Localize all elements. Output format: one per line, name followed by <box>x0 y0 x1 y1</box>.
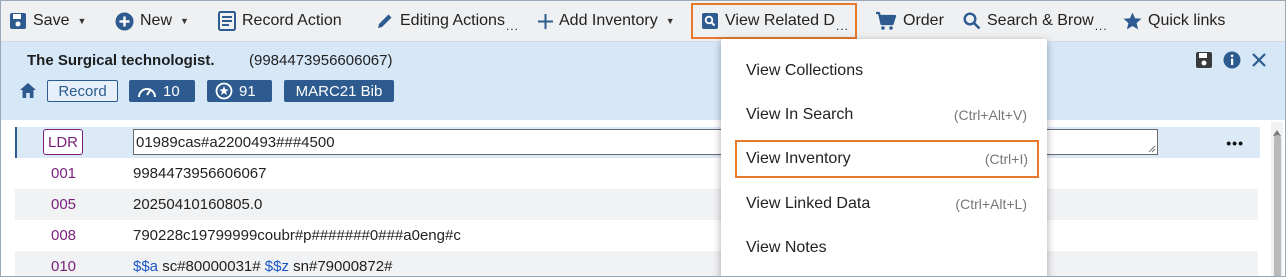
menu-item-shortcut: (Ctrl+I) <box>984 151 1028 167</box>
record-id: (9984473956606067) <box>249 52 393 69</box>
field-tag: 008 <box>51 227 77 244</box>
add-inventory-label: Add Inventory <box>559 12 658 29</box>
floppy-icon[interactable] <box>1195 51 1213 74</box>
magnifier-icon <box>963 12 981 30</box>
view-related-data-button[interactable]: View Related D ... <box>691 3 857 39</box>
header-actions <box>1195 51 1267 74</box>
field-row-008[interactable]: 008 790228c19799999coubr#p#######0###a0e… <box>15 220 1258 251</box>
add-inventory-button[interactable]: Add Inventory ▼ <box>530 5 685 37</box>
subfield-value: sc#80000031# <box>158 258 265 275</box>
menu-item-label: View Linked Data <box>746 195 871 212</box>
search-doc-icon <box>701 12 719 30</box>
score-value: 10 <box>163 82 180 100</box>
record-actions-label: Record Action <box>242 12 342 29</box>
field-value: 790228c19799999coubr#p#######0###a0eng#c <box>133 227 461 244</box>
score-badge: 10 <box>129 80 195 102</box>
save-button[interactable]: Save ▼ <box>1 5 107 37</box>
close-icon[interactable] <box>1251 52 1267 73</box>
menu-item-view-notes[interactable]: View Notes <box>735 229 1039 267</box>
order-label: Order <box>903 12 944 29</box>
chevron-down-icon: ▼ <box>77 16 87 26</box>
record-actions-button[interactable]: Record Action <box>210 5 368 37</box>
menu-item-label: View In Search <box>746 106 854 123</box>
view-related-data-menu: View Collections View In Search (Ctrl+Al… <box>721 39 1047 276</box>
field-value: 9984473956606067 <box>133 165 267 182</box>
new-button[interactable]: New ▼ <box>107 5 210 37</box>
field-row-001[interactable]: 001 9984473956606067 <box>15 158 1258 189</box>
editing-actions-label: Editing Actions <box>400 12 505 29</box>
save-label: Save <box>33 12 70 29</box>
star-icon <box>1123 12 1142 30</box>
new-label: New <box>140 12 173 29</box>
ldr-value: 01989cas#a2200493###4500 <box>136 133 335 151</box>
award-value: 91 <box>239 82 256 100</box>
format-badge: MARC21 Bib <box>284 80 394 102</box>
field-tag-box[interactable]: LDR <box>43 129 83 155</box>
menu-item-label: View Notes <box>746 239 827 256</box>
menu-item-view-collections[interactable]: View Collections <box>735 52 1039 90</box>
editing-actions-button[interactable]: Editing Actions ... <box>368 5 530 37</box>
info-icon[interactable] <box>1223 51 1241 74</box>
search-browse-label: Search & Brow <box>987 12 1094 29</box>
app-window: Save ▼ New ▼ Record Action Editing Actio… <box>0 0 1286 277</box>
menu-item-shortcut: (Ctrl+Alt+L) <box>955 196 1027 212</box>
record-header: The Surgical technologist. (998447395660… <box>1 42 1285 120</box>
overflow-dots: ... <box>1094 19 1108 33</box>
row-menu-button[interactable]: ••• <box>1226 135 1244 151</box>
menu-item-label: View Inventory <box>746 150 851 167</box>
scrollbar-thumb[interactable] <box>1274 135 1281 276</box>
field-tag: 010 <box>51 258 77 275</box>
overflow-dots: ... <box>835 19 849 33</box>
field-value: 20250410160805.0 <box>133 196 263 213</box>
menu-item-view-inventory[interactable]: View Inventory (Ctrl+I) <box>735 140 1039 178</box>
subfield-value: sn#79000872# <box>288 258 393 275</box>
award-icon <box>215 82 233 100</box>
plus-icon <box>538 13 553 29</box>
quick-links-label: Quick links <box>1148 12 1226 29</box>
subfield-code: $$z <box>264 258 289 275</box>
record-title: The Surgical technologist. <box>27 52 215 69</box>
plus-circle-icon <box>115 12 134 31</box>
menu-item-view-linked-data[interactable]: View Linked Data (Ctrl+Alt+L) <box>735 185 1039 223</box>
gauge-icon <box>138 88 156 98</box>
record-doc-icon <box>218 11 236 31</box>
chevron-down-icon: ▼ <box>180 16 189 26</box>
menu-item-label: View Collections <box>746 62 864 79</box>
field-tag: 005 <box>51 196 77 213</box>
home-icon[interactable] <box>19 82 37 104</box>
save-icon <box>9 12 27 30</box>
field-tag: 001 <box>51 165 77 182</box>
menu-item-view-in-search[interactable]: View In Search (Ctrl+Alt+V) <box>735 96 1039 134</box>
view-related-data-label: View Related D <box>725 12 835 29</box>
search-browse-button[interactable]: Search & Brow ... <box>955 5 1115 37</box>
resize-grip-icon[interactable] <box>1148 145 1156 153</box>
chevron-down-icon: ▼ <box>665 16 675 26</box>
quick-links-button[interactable]: Quick links <box>1115 5 1233 37</box>
field-row-005[interactable]: 005 20250410160805.0 <box>15 189 1258 220</box>
field-value: $$a sc#80000031# $$z sn#79000872# <box>133 258 392 275</box>
field-row-010[interactable]: 010 $$a sc#80000031# $$z sn#79000872# <box>15 251 1258 276</box>
field-row-ldr[interactable]: LDR 01989cas#a2200493###4500 ••• <box>15 127 1260 158</box>
subfield-code: $$a <box>133 258 159 275</box>
menu-item-shortcut: (Ctrl+Alt+V) <box>953 107 1027 123</box>
cart-icon <box>875 11 897 31</box>
award-badge: 91 <box>207 80 272 102</box>
record-badge: Record <box>47 80 118 102</box>
pencil-icon <box>376 12 394 30</box>
overflow-dots: ... <box>505 19 519 33</box>
marc-editor: LDR 01989cas#a2200493###4500 ••• 001 998… <box>1 121 1285 276</box>
main-toolbar: Save ▼ New ▼ Record Action Editing Actio… <box>1 1 1285 42</box>
order-button[interactable]: Order <box>867 5 955 37</box>
